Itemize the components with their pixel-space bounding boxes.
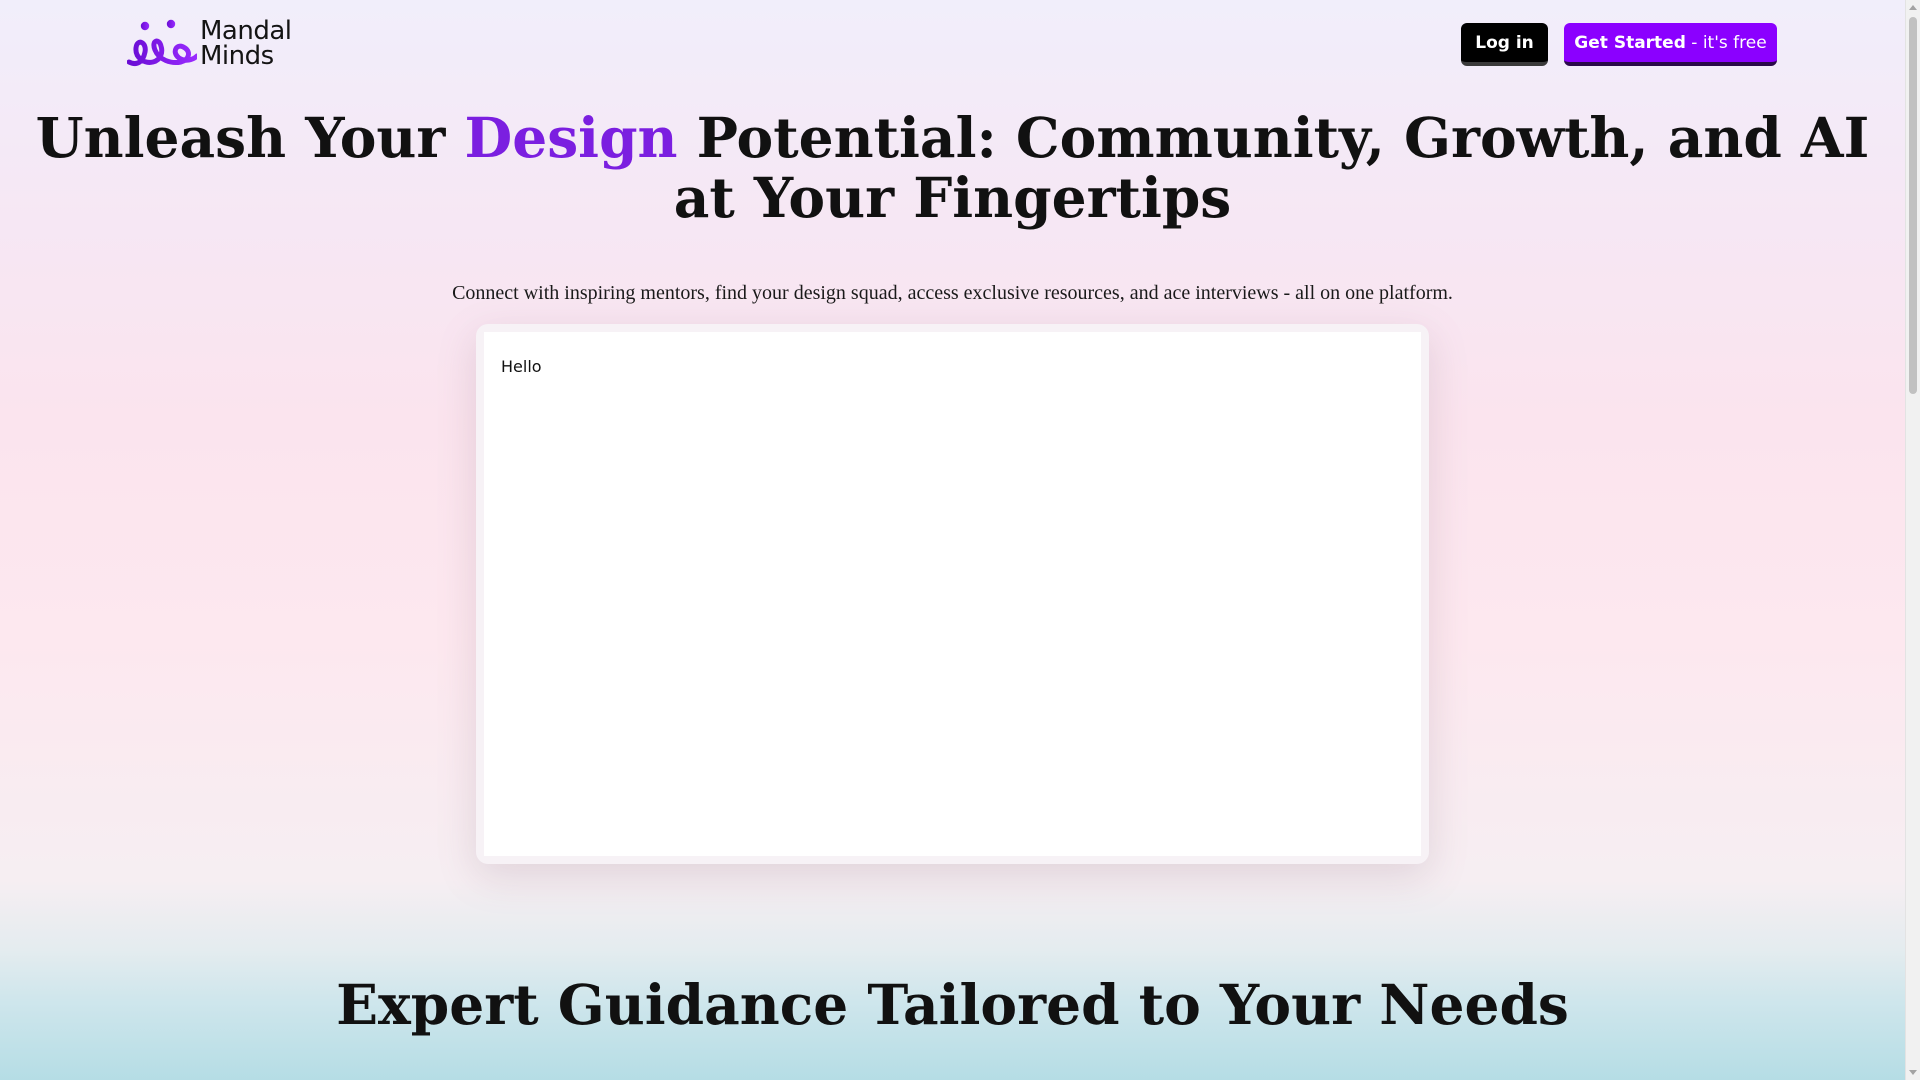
content-card: Hello bbox=[476, 324, 1429, 864]
vertical-scrollbar[interactable] bbox=[1905, 0, 1920, 1080]
hero-title-part-2: Potential: Community, Growth, and AI at … bbox=[673, 105, 1870, 230]
hero-title: Unleash Your Design Potential: Community… bbox=[0, 108, 1905, 228]
scroll-up-arrow-icon[interactable] bbox=[1909, 5, 1917, 10]
site-header: Mandal Minds Log in Get Started - it's f… bbox=[0, 0, 1905, 90]
scroll-down-arrow-icon[interactable] bbox=[1909, 1070, 1917, 1075]
hero-subtitle: Connect with inspiring mentors, find you… bbox=[452, 282, 1453, 304]
hero-title-part-1: Unleash Your bbox=[35, 105, 465, 170]
section-title: Expert Guidance Tailored to Your Needs bbox=[336, 972, 1569, 1037]
get-started-label: Get Started bbox=[1574, 32, 1686, 53]
card-content: Hello bbox=[484, 332, 1421, 856]
logo-text: Mandal Minds bbox=[200, 18, 292, 71]
login-button[interactable]: Log in bbox=[1461, 23, 1548, 66]
get-started-suffix: - it's free bbox=[1685, 32, 1767, 53]
get-started-button[interactable]: Get Started - it's free bbox=[1564, 23, 1777, 66]
hero-title-accent: Design bbox=[464, 105, 678, 170]
mandal-minds-logo-icon bbox=[127, 19, 197, 67]
scrollbar-thumb[interactable] bbox=[1909, 17, 1917, 394]
logo[interactable]: Mandal Minds bbox=[127, 18, 292, 70]
logo-line-2: Minds bbox=[200, 41, 274, 71]
